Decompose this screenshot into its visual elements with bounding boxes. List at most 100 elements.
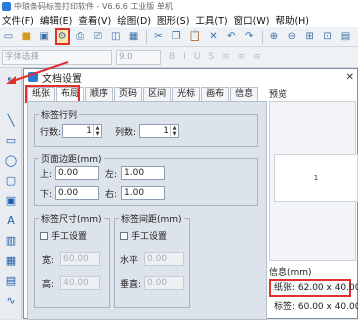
strikethrough-icon[interactable]: S xyxy=(208,52,214,62)
close-icon[interactable]: ✕ xyxy=(346,72,354,83)
checkbox-box[interactable] xyxy=(40,231,48,240)
menu-window[interactable]: 窗口(W) xyxy=(234,13,270,27)
margin-right-label: 右: xyxy=(105,190,118,200)
zoom-page-icon[interactable]: ▤ xyxy=(340,30,351,43)
tab-info[interactable]: 信息 xyxy=(230,87,259,101)
label-gap-manual-checkbox[interactable]: 手工设置 xyxy=(120,229,167,242)
grid-icon[interactable]: ▦ xyxy=(128,30,139,43)
zoom-out-icon[interactable]: ⊖ xyxy=(286,30,297,43)
curve-tool-icon[interactable]: ∿ xyxy=(3,292,19,308)
preview-title: 预览 xyxy=(269,90,288,100)
zoom-actual-icon[interactable]: ⊡ xyxy=(322,30,333,43)
print-preview-icon[interactable]: ⎚ xyxy=(92,30,103,43)
width-input[interactable]: 60.00 xyxy=(60,252,100,266)
line-tool-icon[interactable]: ╲ xyxy=(3,112,19,128)
qrcode-tool-icon[interactable]: ▦ xyxy=(3,252,19,268)
menu-tools[interactable]: 工具(T) xyxy=(195,13,227,27)
menu-shape[interactable]: 图形(S) xyxy=(157,13,189,27)
cols-value: 1 xyxy=(163,126,169,136)
pointer-icon[interactable]: ↖ xyxy=(3,72,19,88)
cols-stepper[interactable]: 1 ▲ ▼ xyxy=(139,124,179,138)
spin-arrows-icon[interactable]: ▲ ▼ xyxy=(93,125,101,137)
new-file-icon[interactable]: ▭ xyxy=(3,30,14,43)
label-rows-title: 标签行列 xyxy=(39,108,80,121)
print-icon[interactable]: ⎙ xyxy=(75,30,86,43)
info-title: 信息(mm) xyxy=(269,268,312,278)
align-center-icon[interactable]: ≡ xyxy=(238,52,246,62)
label-size-group: 标签尺寸(mm) 手工设置 宽: 60.00 高: 40.00 xyxy=(34,212,110,308)
menu-view[interactable]: 查看(V) xyxy=(78,13,111,27)
height-input[interactable]: 40.00 xyxy=(60,276,100,290)
toolbar-separator xyxy=(146,29,147,44)
toolbar-separator-2 xyxy=(261,29,263,44)
margin-top-input[interactable]: 0.00 xyxy=(55,166,99,180)
menu-file[interactable]: 文件(F) xyxy=(2,13,34,27)
label-size-manual-checkbox[interactable]: 手工设置 xyxy=(40,229,87,242)
title-bar: 中琅条码标签打印软件 - V6.6.6 工业版 单机 xyxy=(0,0,358,13)
format-toolbar: 字体选择 9.0 B I U S ≡ ≡ ≡ xyxy=(0,47,358,68)
preview-section: 预览 1 信息(mm) 纸张: 62.00 x 40.00 标签: 60.00 … xyxy=(269,87,358,317)
horizontal-gap-label: 水平 xyxy=(120,256,139,266)
rectangle-tool-icon[interactable]: ▭ xyxy=(3,132,19,148)
paste-icon[interactable]: 📋 xyxy=(189,30,201,43)
undo-icon[interactable]: ↶ xyxy=(226,30,237,43)
tab-canvas[interactable]: 画布 xyxy=(201,87,230,101)
horizontal-gap-input[interactable]: 0.00 xyxy=(144,252,184,266)
tab-order[interactable]: 顺序 xyxy=(85,87,114,101)
layout-panel: 标签行列 行数: 1 ▲ ▼ 列数: 1 ▲ ▼ 页面边距(mm) 上: 0.00 … xyxy=(27,101,267,320)
menu-bar: 文件(F) 编辑(E) 查看(V) 绘图(D) 图形(S) 工具(T) 窗口(W… xyxy=(0,13,358,27)
vertical-gap-input[interactable]: 0.00 xyxy=(144,276,184,290)
menu-help[interactable]: 帮助(H) xyxy=(275,13,309,27)
info-section: 信息(mm) 纸张: 62.00 x 40.00 标签: 60.00 x 40.… xyxy=(269,265,358,312)
paper-size-info: 纸张: 62.00 x 40.00 xyxy=(269,279,358,297)
drawing-toolbar: ↖ ╲ ▭ ◯ ▢ ▣ A ▥ ▦ ▤ ∿ xyxy=(0,68,22,319)
label-size-manual-label: 手工设置 xyxy=(51,232,88,242)
app-title: 中琅条码标签打印软件 - V6.6.6 工业版 单机 xyxy=(14,2,173,11)
zoom-fit-icon[interactable]: ⊞ xyxy=(304,30,315,43)
app-icon xyxy=(2,2,11,11)
main-toolbar: ▭ ■ ▣ ⚙ ⎙ ⎚ ◫ ▦ ✂ ❐ 📋 ✕ ↶ ↷ ⊕ ⊖ ⊞ ⊡ ▤ xyxy=(0,27,358,47)
cut-icon[interactable]: ✂ xyxy=(153,30,164,43)
underline-icon[interactable]: U xyxy=(194,52,201,62)
text-tool-icon[interactable]: A xyxy=(3,212,19,228)
image-tool-icon[interactable]: ▣ xyxy=(3,192,19,208)
font-select[interactable]: 字体选择 xyxy=(2,49,112,65)
tab-cursor[interactable]: 光标 xyxy=(172,87,201,101)
bold-icon[interactable]: B xyxy=(169,52,175,62)
vertical-gap-label: 垂直: xyxy=(120,280,142,290)
align-right-icon[interactable]: ≡ xyxy=(253,52,261,62)
table-tool-icon[interactable]: ▤ xyxy=(3,272,19,288)
cols-label: 列数: xyxy=(115,128,137,138)
menu-edit[interactable]: 编辑(E) xyxy=(40,13,72,27)
margin-right-input[interactable]: 1.00 xyxy=(121,186,165,200)
tab-page-number[interactable]: 页码 xyxy=(114,87,143,101)
document-settings-dialog: 文档设置 ✕ 纸张 布局 顺序 页码 区间 光标 画布 信息 标签行列 行数: … xyxy=(23,68,358,320)
redo-icon[interactable]: ↷ xyxy=(244,30,255,43)
rows-stepper[interactable]: 1 ▲ ▼ xyxy=(62,124,102,138)
zoom-in-icon[interactable]: ⊕ xyxy=(269,30,280,43)
label-size-info: 标签: 60.00 x 40.00 xyxy=(274,302,358,312)
checkbox-box[interactable] xyxy=(120,231,128,240)
database-icon[interactable]: ◫ xyxy=(110,30,121,43)
margin-bottom-label: 下: xyxy=(40,190,53,200)
italic-icon[interactable]: I xyxy=(183,52,186,62)
margin-bottom-input[interactable]: 0.00 xyxy=(55,186,99,200)
barcode-tool-icon[interactable]: ▥ xyxy=(3,232,19,248)
delete-icon[interactable]: ✕ xyxy=(208,30,219,43)
copy-icon[interactable]: ❐ xyxy=(171,30,182,43)
dialog-icon xyxy=(28,72,38,82)
label-size-title: 标签尺寸(mm) xyxy=(39,212,104,225)
tab-range[interactable]: 区间 xyxy=(143,87,172,101)
rounded-rect-tool-icon[interactable]: ▢ xyxy=(3,172,19,188)
margin-left-input[interactable]: 1.00 xyxy=(121,166,165,180)
font-size-select[interactable]: 9.0 xyxy=(116,49,161,65)
align-left-icon[interactable]: ≡ xyxy=(222,52,230,62)
spin-arrows-icon[interactable]: ▲ ▼ xyxy=(170,125,178,137)
save-icon[interactable]: ▣ xyxy=(39,30,50,43)
rows-label: 行数: xyxy=(40,128,62,138)
ellipse-tool-icon[interactable]: ◯ xyxy=(3,152,19,168)
document-settings-icon[interactable]: ⚙ xyxy=(54,28,70,45)
open-folder-icon[interactable]: ■ xyxy=(21,30,32,43)
menu-draw[interactable]: 绘图(D) xyxy=(117,13,151,27)
preview-label: 1 xyxy=(274,154,358,202)
